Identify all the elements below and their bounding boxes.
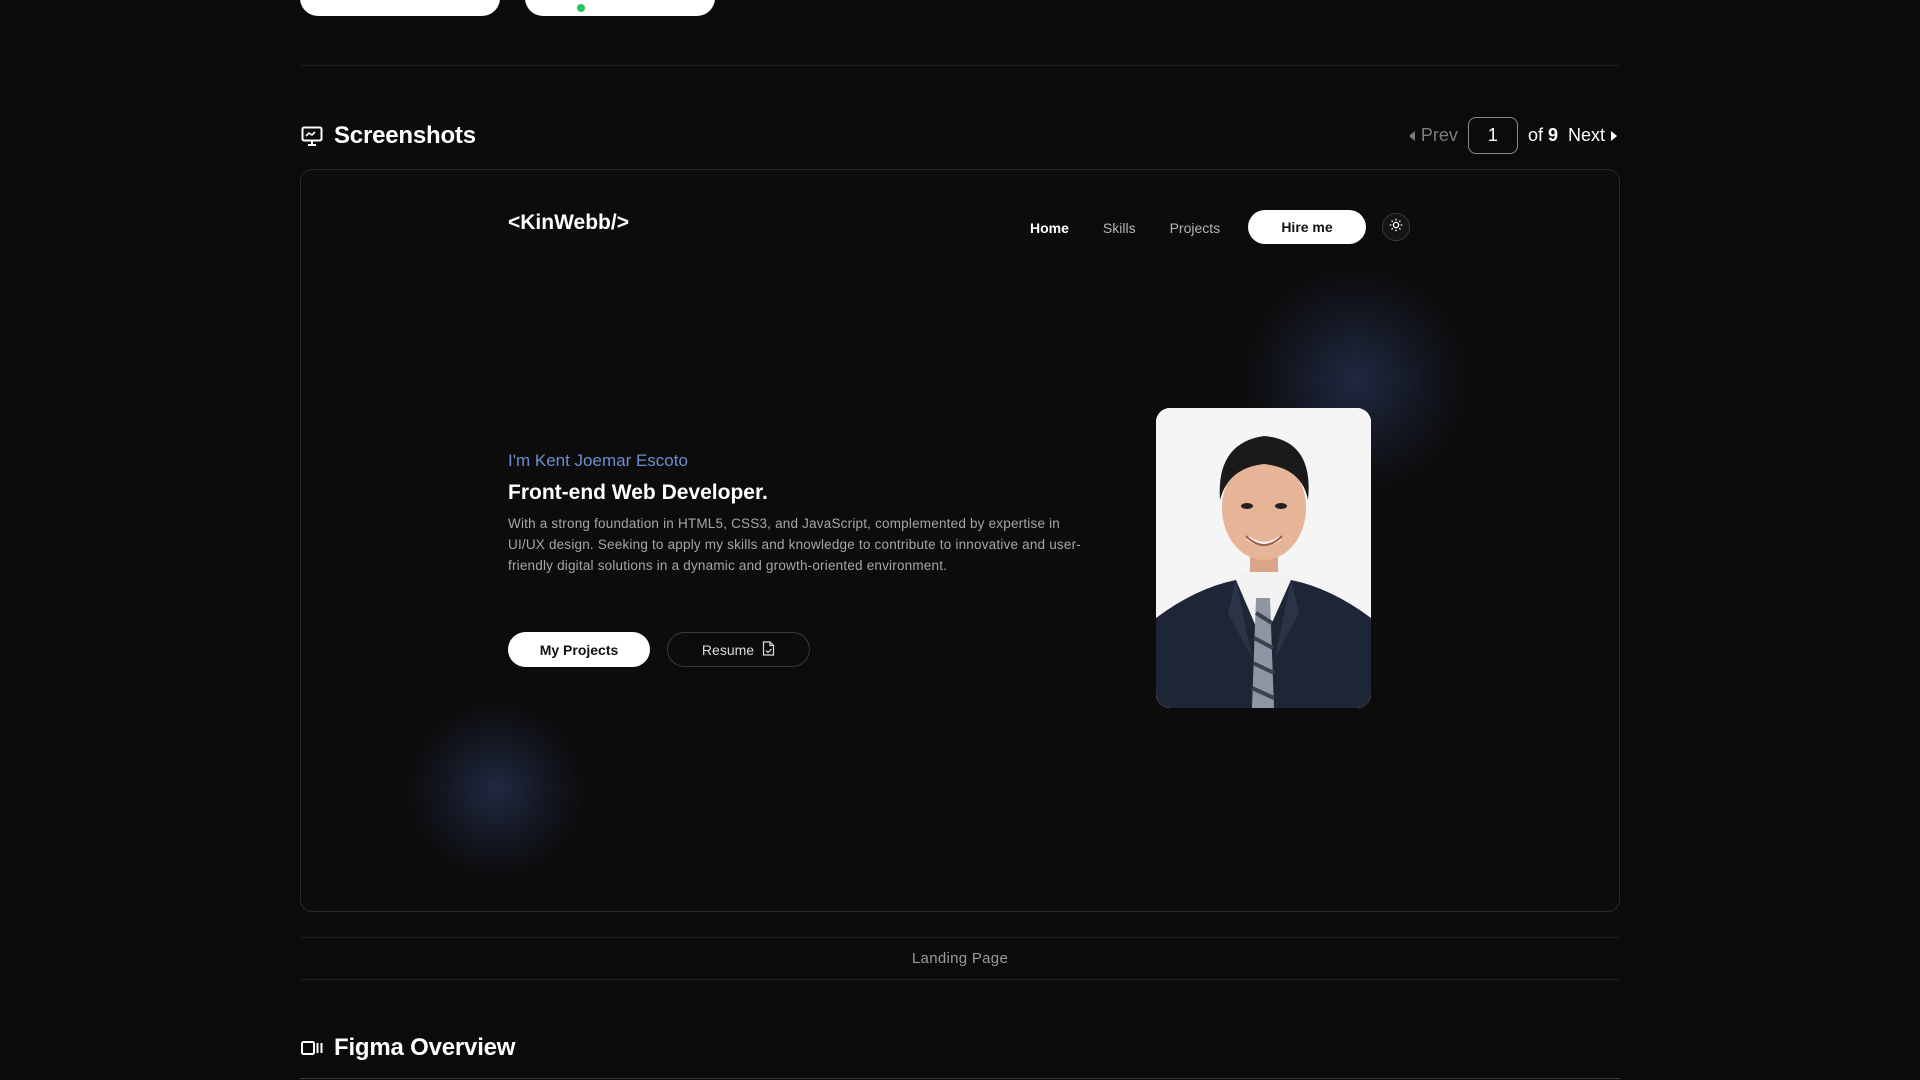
screenshots-header: Screenshots [300, 122, 476, 150]
page-count: of 9 [1528, 125, 1558, 146]
profile-photo [1156, 408, 1371, 708]
of-label: of [1527, 125, 1543, 145]
top-pill-button-2[interactable] [525, 0, 715, 16]
next-label: Next [1567, 125, 1605, 145]
hero-role: Front-end Web Developer. [508, 481, 768, 504]
site-logo[interactable]: <KinWebb/> [508, 211, 629, 235]
prev-button[interactable]: Prev [1408, 125, 1458, 146]
resume-button[interactable]: Resume [667, 632, 810, 667]
caret-right-icon [1611, 130, 1617, 141]
status-dot [577, 4, 585, 12]
hero-intro: I'm Kent Joemar Escoto [508, 451, 688, 470]
sun-icon [1389, 218, 1403, 237]
hero-buttons: My Projects Resume [508, 632, 810, 667]
nav-projects[interactable]: Projects [1170, 220, 1221, 236]
nav-home[interactable]: Home [1030, 220, 1069, 236]
nav-links: Home Skills Projects [1030, 220, 1220, 236]
figma-frame-icon [300, 1036, 324, 1060]
screenshot-preview: <KinWebb/> Home Skills Projects Hire me … [300, 169, 1620, 912]
my-projects-button[interactable]: My Projects [508, 632, 650, 667]
nav-skills[interactable]: Skills [1103, 220, 1136, 236]
preview-navbar: <KinWebb/> Home Skills Projects Hire me [508, 208, 1410, 248]
section-title: Screenshots [334, 122, 476, 149]
prev-label: Prev [1420, 125, 1458, 145]
section-title: Figma Overview [334, 1034, 516, 1061]
divider-bottom [300, 1078, 1620, 1079]
divider [300, 979, 1620, 980]
top-pill-button-1[interactable] [300, 0, 500, 16]
resume-label: Resume [701, 641, 755, 658]
background-glow [406, 700, 586, 880]
screenshot-caption: Landing Page [911, 949, 1009, 967]
monitor-icon [300, 124, 324, 148]
theme-toggle-button[interactable] [1382, 213, 1410, 241]
hire-me-button[interactable]: Hire me [1248, 210, 1366, 244]
divider-top [300, 65, 1620, 66]
page-number-input[interactable] [1467, 117, 1518, 154]
hero-description: With a strong foundation in HTML5, CSS3,… [508, 516, 1081, 573]
figma-overview-header: Figma Overview [300, 1034, 515, 1062]
pagination: Prev of 9 Next [1408, 117, 1617, 154]
next-button[interactable]: Next [1568, 125, 1617, 146]
caret-left-icon [1408, 130, 1415, 141]
total-pages: 9 [1547, 125, 1558, 145]
document-icon [762, 640, 775, 659]
hero-text: I'm Kent Joemar Escoto Front-end Web Dev… [508, 451, 1098, 576]
